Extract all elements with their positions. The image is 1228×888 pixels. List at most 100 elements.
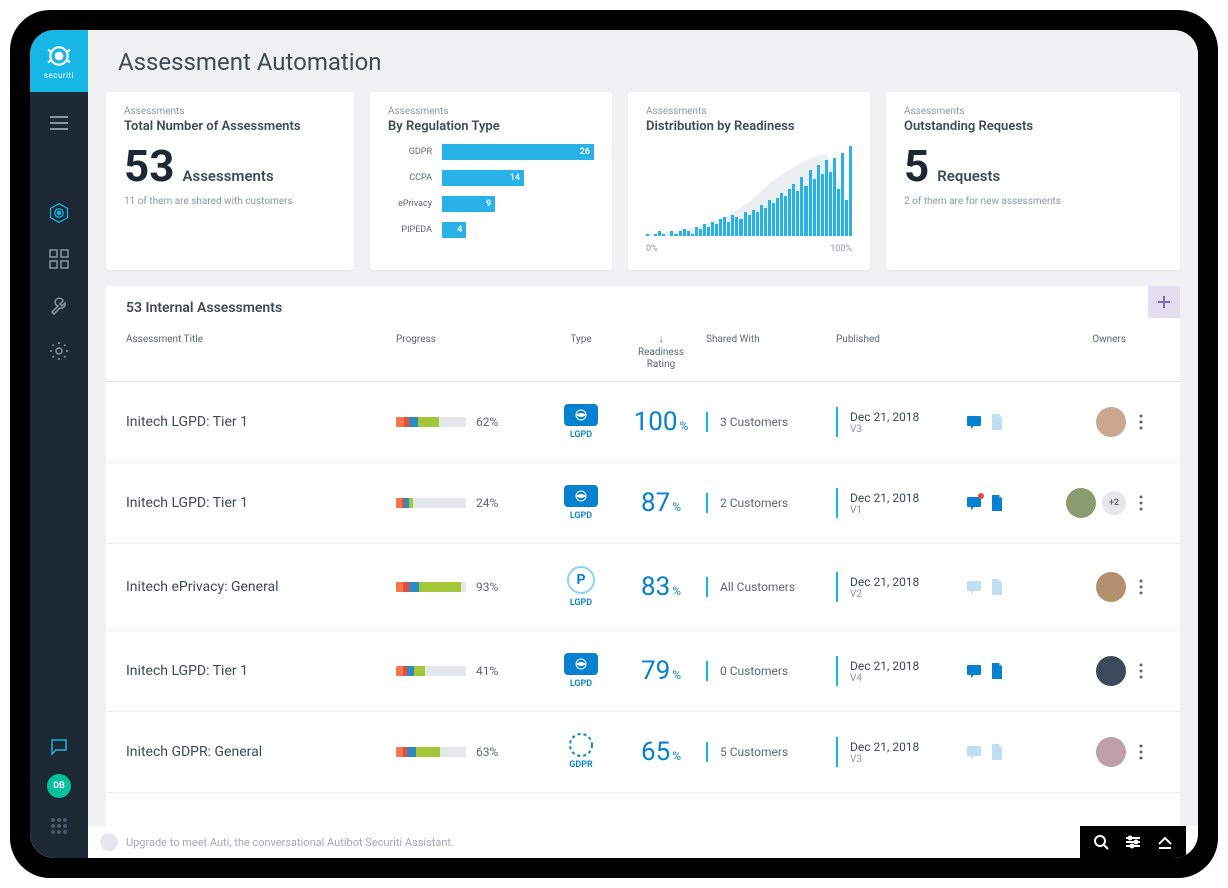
nav-tools-icon[interactable] (48, 294, 70, 316)
cell-readiness: 65% (616, 737, 706, 767)
card-total-assessments: Assessments Total Number of Assessments … (106, 92, 354, 270)
dist-max-label: 100% (830, 244, 852, 254)
owner-avatar[interactable] (1096, 407, 1126, 437)
card-title: Distribution by Readiness (646, 119, 852, 134)
chat-icon[interactable] (48, 736, 70, 758)
nav-assessments-icon[interactable] (48, 202, 70, 224)
owner-avatar[interactable] (1096, 737, 1126, 767)
owner-avatar[interactable] (1066, 488, 1096, 518)
brand-logo[interactable]: securiti (30, 30, 88, 92)
reg-label: GDPR (388, 147, 432, 157)
owner-avatar[interactable] (1096, 572, 1126, 602)
card-label: Assessments (124, 106, 336, 117)
row-menu-icon[interactable] (1126, 495, 1156, 511)
comment-icon[interactable] (966, 744, 982, 760)
col-progress[interactable]: Progress (396, 334, 546, 371)
sort-down-icon: ↓ (616, 334, 706, 345)
menu-icon[interactable] (48, 112, 70, 134)
col-published[interactable]: Published (836, 334, 966, 371)
col-title[interactable]: Assessment Title (126, 334, 396, 371)
cell-owners (1026, 656, 1126, 686)
card-label: Assessments (388, 106, 594, 117)
cell-owners (1026, 737, 1126, 767)
comment-icon[interactable] (966, 579, 982, 595)
card-label: Assessments (646, 106, 852, 117)
cell-type: GDPR (546, 734, 616, 770)
reg-label: ePrivacy (388, 199, 432, 209)
row-menu-icon[interactable] (1126, 663, 1156, 679)
cell-published: Dec 21, 2018 V4 (836, 656, 966, 686)
cell-published: Dec 21, 2018 V2 (836, 572, 966, 602)
col-type[interactable]: Type (546, 334, 616, 371)
cell-type: LGPD (546, 404, 616, 440)
card-outstanding: Assessments Outstanding Requests 5 Reque… (886, 92, 1180, 270)
owner-avatar[interactable] (1096, 656, 1126, 686)
table-row[interactable]: Initech LGPD: Tier 1 62% LGPD 100% 3 Cus… (106, 382, 1180, 463)
cell-type: LGPD (546, 653, 616, 689)
outstanding-subtext: 2 of them are for new assessments (904, 196, 1162, 207)
chat-bubble-icon (100, 833, 118, 851)
total-subtext: 11 of them are shared with customers (124, 196, 336, 207)
cell-title: Initech LGPD: Tier 1 (126, 414, 396, 430)
comment-icon[interactable] (966, 414, 982, 430)
table-row[interactable]: Initech LGPD: Tier 1 41% LGPD 79% 0 Cust… (106, 631, 1180, 712)
brand-name: securiti (44, 71, 74, 80)
reg-label: CCPA (388, 173, 432, 183)
row-menu-icon[interactable] (1126, 744, 1156, 760)
cell-progress: 63% (396, 745, 546, 759)
cell-title: Initech LGPD: Tier 1 (126, 663, 396, 679)
cell-title: Initech LGPD: Tier 1 (126, 495, 396, 511)
comment-icon[interactable] (966, 663, 982, 679)
table-row[interactable]: Initech ePrivacy: General 93% P LGPD 83%… (106, 544, 1180, 631)
expand-icon[interactable] (1156, 833, 1174, 851)
cell-published: Dec 21, 2018 V3 (836, 407, 966, 437)
row-menu-icon[interactable] (1126, 579, 1156, 595)
col-readiness[interactable]: ↓ Readiness Rating (616, 334, 706, 371)
cell-progress: 41% (396, 664, 546, 678)
table-header-row: Assessment Title Progress Type ↓ Readine… (106, 326, 1180, 382)
card-title: Total Number of Assessments (124, 119, 336, 134)
card-title: Outstanding Requests (904, 119, 1162, 134)
cell-title: Initech ePrivacy: General (126, 579, 396, 595)
distribution-bars (646, 146, 852, 236)
nav-dashboard-icon[interactable] (48, 248, 70, 270)
owner-more-badge[interactable]: +2 (1102, 491, 1126, 515)
user-avatar[interactable]: DB (47, 774, 71, 798)
chat-hint[interactable]: Upgrade to meet Auti, the conversational… (100, 833, 454, 851)
cell-shared: 0 Customers (706, 661, 836, 681)
nav-settings-icon[interactable] (48, 340, 70, 362)
cell-shared: 3 Customers (706, 412, 836, 432)
cell-shared: All Customers (706, 577, 836, 597)
add-assessment-button[interactable] (1148, 286, 1180, 318)
cell-published: Dec 21, 2018 V3 (836, 737, 966, 767)
document-icon[interactable] (990, 663, 1006, 679)
document-icon[interactable] (990, 414, 1006, 430)
search-icon[interactable] (1092, 833, 1110, 851)
reg-label: PIPEDA (388, 225, 432, 235)
total-unit: Assessments (183, 167, 274, 185)
regulation-bar-row: PIPEDA 4 (388, 222, 594, 238)
document-icon[interactable] (990, 579, 1006, 595)
col-owners[interactable]: Owners (1026, 334, 1126, 371)
assessments-table: 53 Internal Assessments Assessment Title… (106, 286, 1180, 858)
col-shared[interactable]: Shared With (706, 334, 836, 371)
card-regulation-type: Assessments By Regulation Type GDPR 26CC… (370, 92, 612, 270)
page-title: Assessment Automation (118, 48, 1168, 76)
cell-owners (1026, 407, 1126, 437)
table-row[interactable]: Initech LGPD: Tier 1 24% LGPD 87% 2 Cust… (106, 463, 1180, 544)
document-icon[interactable] (990, 495, 1006, 511)
regulation-bar-row: CCPA 14 (388, 170, 594, 186)
row-menu-icon[interactable] (1126, 414, 1156, 430)
filter-icon[interactable] (1124, 833, 1142, 851)
comment-icon[interactable] (966, 495, 982, 511)
cell-type: P LGPD (546, 566, 616, 608)
cell-readiness: 79% (616, 656, 706, 686)
logo-icon (46, 43, 72, 69)
cell-owners: +2 (1026, 488, 1126, 518)
table-row[interactable]: Initech GDPR: General 63% GDPR 65% 5 Cus… (106, 712, 1180, 793)
outstanding-unit: Requests (937, 167, 1000, 185)
sidebar: securiti (30, 30, 88, 858)
document-icon[interactable] (990, 744, 1006, 760)
apps-icon[interactable] (47, 814, 71, 838)
dist-min-label: 0% (646, 244, 658, 254)
